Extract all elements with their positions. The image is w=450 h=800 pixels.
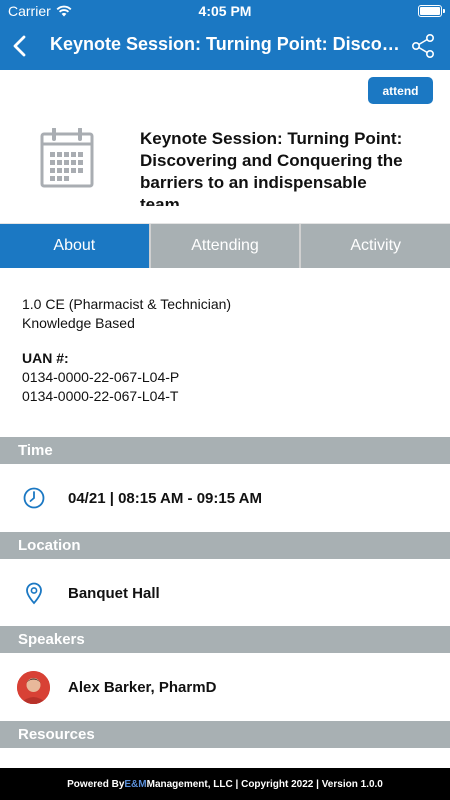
location-section-header: Location bbox=[0, 532, 450, 559]
chevron-left-icon[interactable] bbox=[8, 32, 32, 60]
speaker-row[interactable]: Alex Barker, PharmD bbox=[0, 653, 450, 721]
calendar-icon bbox=[40, 128, 94, 188]
knowledge-type: Knowledge Based bbox=[22, 315, 135, 331]
speakers-section-header: Speakers bbox=[0, 626, 450, 653]
avatar bbox=[17, 670, 50, 704]
battery-icon bbox=[418, 5, 445, 17]
tab-about[interactable]: About bbox=[0, 224, 149, 268]
location-row[interactable]: Banquet Hall bbox=[0, 559, 450, 627]
footer-suffix: Management, LLC | Copyright 2022 | Versi… bbox=[146, 778, 383, 790]
time-section-header: Time bbox=[0, 437, 450, 464]
tab-bar: About Attending Activity bbox=[0, 223, 450, 268]
share-icon[interactable] bbox=[410, 33, 436, 59]
page-title: Keynote Session: Turning Point: Discover… bbox=[50, 34, 400, 54]
time-row: 04/21 | 08:15 AM - 09:15 AM bbox=[0, 464, 450, 532]
ce-credits: 1.0 CE (Pharmacist & Technician) bbox=[22, 296, 232, 312]
session-header: Keynote Session: Turning Point: Discover… bbox=[0, 110, 450, 223]
clock-time: 4:05 PM bbox=[198, 3, 252, 19]
footer-prefix: Powered By bbox=[67, 778, 125, 790]
uan-value-t: 0134-0000-22-067-L04-T bbox=[22, 388, 179, 404]
time-value: 04/21 | 08:15 AM - 09:15 AM bbox=[68, 489, 263, 507]
uan-label: UAN #: bbox=[22, 350, 69, 366]
footer-brand: E&M bbox=[124, 778, 147, 790]
speaker-name: Alex Barker, PharmD bbox=[68, 678, 217, 696]
tab-attending[interactable]: Attending bbox=[150, 224, 300, 268]
about-section: 1.0 CE (Pharmacist & Technician) Knowled… bbox=[22, 295, 428, 406]
location-value: Banquet Hall bbox=[68, 584, 160, 602]
attend-button[interactable]: attend bbox=[368, 77, 433, 104]
clock-icon bbox=[23, 487, 45, 509]
map-pin-icon bbox=[26, 582, 42, 605]
uan-value-p: 0134-0000-22-067-L04-P bbox=[22, 369, 180, 385]
status-bar: Carrier 4:05 PM bbox=[0, 0, 450, 22]
footer: Powered By E&M Management, LLC | Copyrig… bbox=[0, 768, 450, 800]
resources-section-header: Resources bbox=[0, 721, 450, 748]
tab-activity[interactable]: Activity bbox=[301, 224, 450, 268]
nav-bar: Keynote Session: Turning Point: Discover… bbox=[0, 22, 450, 70]
session-title: Keynote Session: Turning Point: Discover… bbox=[140, 129, 403, 206]
